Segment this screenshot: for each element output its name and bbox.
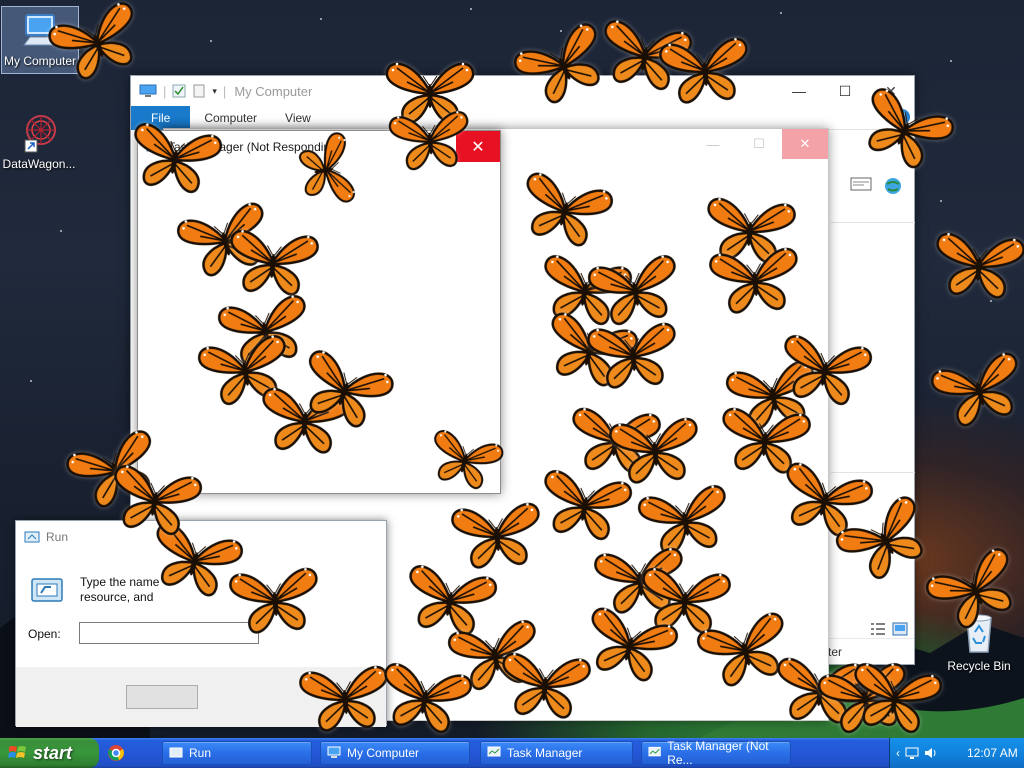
ribbon-tabs: File Computer View	[131, 105, 914, 130]
star	[60, 230, 62, 232]
monarch-butterfly	[657, 26, 754, 114]
separator: |	[163, 83, 167, 99]
computer-icon	[327, 746, 341, 758]
details-view-icon[interactable]	[870, 622, 886, 636]
star	[950, 60, 952, 62]
computer-icon	[139, 84, 157, 97]
clock[interactable]: 12:07 AM	[967, 746, 1018, 760]
minimize-button[interactable]: —	[690, 129, 736, 159]
large-icons-view-icon[interactable]	[892, 622, 908, 636]
divider	[831, 222, 915, 223]
desktop-icon-datawagon[interactable]: DataWagon...	[0, 110, 78, 171]
taskbar-button-my-computer[interactable]: My Computer	[320, 741, 470, 765]
desktop-icon-label: DataWagon...	[2, 157, 76, 171]
chrome-icon[interactable]	[106, 744, 126, 762]
monarch-butterfly	[289, 129, 365, 211]
email-icon[interactable]	[850, 176, 872, 192]
dialog-title: Run	[46, 530, 69, 544]
close-button[interactable]: ✕	[782, 129, 828, 159]
desktop-icon-label: Recycle Bin	[947, 659, 1011, 673]
task-manager-icon	[487, 746, 501, 757]
separator: |	[222, 83, 227, 99]
taskbar-button-task-manager[interactable]: Task Manager	[480, 741, 633, 765]
run-icon	[169, 747, 183, 758]
taskbar-button-label: Run	[189, 746, 212, 760]
taskbar-button-task-manager-not-responding[interactable]: Task Manager (Not Re...	[641, 739, 791, 767]
taskbar-button-label: My Computer	[347, 746, 420, 760]
star	[780, 12, 782, 14]
monarch-butterfly	[931, 221, 1024, 309]
properties-icon[interactable]	[172, 84, 186, 98]
open-label: Open:	[28, 627, 61, 641]
system-tray: ‹ 12:07 AM	[889, 738, 1024, 768]
customize-qat-chevron-icon[interactable]: ▾	[212, 86, 217, 97]
star	[320, 18, 322, 20]
monarch-butterfly	[227, 556, 324, 644]
maximize-button[interactable]: ☐	[736, 129, 782, 159]
task-manager-caption-buttons: — ☐ ✕	[690, 129, 828, 159]
taskbar-button-run[interactable]: Run	[162, 741, 312, 765]
show-hidden-icons-chevron-icon[interactable]: ‹	[896, 746, 900, 760]
quick-access-toolbar: | ▾ |	[139, 84, 226, 99]
monarch-butterfly	[124, 111, 227, 205]
run-program-icon	[31, 578, 63, 602]
ribbon-right-commands	[850, 176, 904, 196]
star	[210, 40, 212, 42]
monarch-butterfly	[387, 101, 474, 180]
monarch-butterfly	[707, 236, 804, 324]
network-icon[interactable]	[905, 746, 919, 760]
network-globe-icon[interactable]	[882, 176, 904, 196]
taskbar-button-label: Task Manager	[507, 746, 583, 760]
view-toggle-buttons	[870, 622, 908, 636]
run-icon	[24, 531, 40, 543]
new-folder-icon[interactable]	[192, 84, 206, 98]
maximize-button[interactable]: ☐	[822, 76, 868, 106]
task-manager-icon	[648, 746, 661, 757]
window-title: My Computer	[234, 83, 313, 99]
star	[940, 200, 942, 202]
taskbar: start Run My Computer Task Manager Task …	[0, 738, 1024, 768]
monarch-butterfly	[585, 311, 682, 399]
datawagon-icon	[24, 115, 56, 153]
monarch-butterfly	[104, 453, 207, 547]
monarch-butterfly	[374, 651, 477, 745]
ok-button[interactable]	[126, 685, 198, 709]
windows-logo-icon	[8, 746, 26, 758]
minimize-button[interactable]: —	[776, 76, 822, 106]
monarch-butterfly	[497, 641, 594, 729]
monarch-butterfly	[534, 458, 637, 552]
star	[470, 8, 472, 10]
run-description-line: resource, and	[80, 590, 154, 604]
start-label: start	[33, 742, 73, 763]
monarch-butterfly	[844, 651, 947, 745]
taskbar-button-label: Task Manager (Not Re...	[667, 739, 769, 767]
volume-icon[interactable]	[924, 746, 938, 760]
start-button[interactable]: start	[0, 738, 99, 768]
star	[30, 380, 32, 382]
tab-view[interactable]: View	[271, 106, 325, 130]
